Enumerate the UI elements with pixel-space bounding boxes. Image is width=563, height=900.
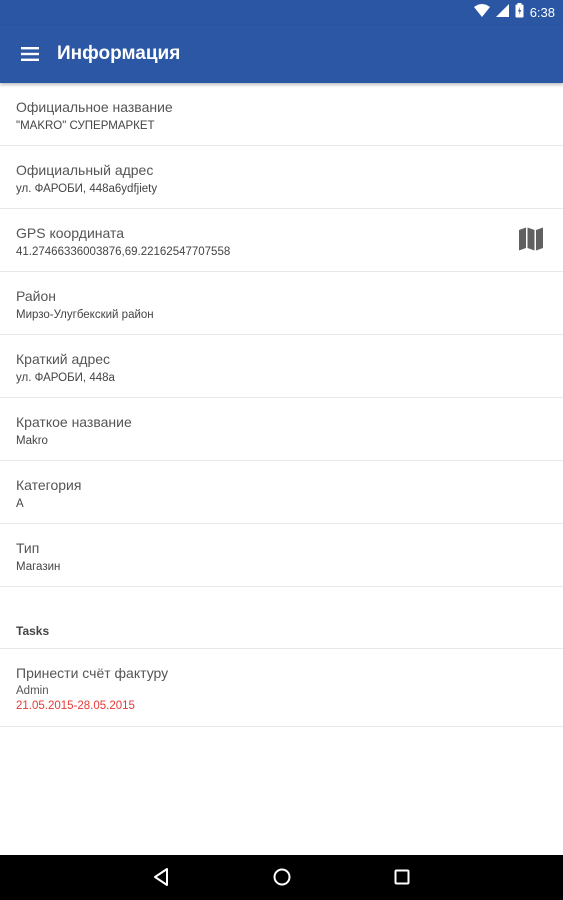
status-time: 6:38	[529, 5, 555, 20]
system-nav-bar	[0, 855, 563, 900]
task-dates: 21.05.2015-28.05.2015	[16, 700, 135, 712]
hamburger-menu-icon[interactable]	[12, 37, 48, 71]
task-item[interactable]: Принести счёт фактуру Admin 21.05.2015-2…	[0, 649, 563, 727]
row-value: "MAKRO" СУПЕРМАРКЕТ	[16, 120, 155, 132]
recents-icon[interactable]	[390, 865, 414, 889]
row-value: ул. ФАРОБИ, 448а	[16, 372, 115, 384]
status-icons: 6:38	[473, 2, 555, 23]
row-label: Официальный адрес	[16, 162, 154, 178]
row-label: Категория	[16, 477, 82, 493]
info-row-short-address[interactable]: Краткий адрес ул. ФАРОБИ, 448а	[0, 335, 563, 398]
info-row-category[interactable]: Категория A	[0, 461, 563, 524]
info-list[interactable]: Официальное название "MAKRO" СУПЕРМАРКЕТ…	[0, 83, 563, 855]
back-icon[interactable]	[149, 865, 173, 889]
battery-icon	[515, 2, 524, 23]
tasks-header-label: Tasks	[16, 624, 50, 638]
info-row-district[interactable]: Район Мирзо-Улугбекский район	[0, 272, 563, 335]
tasks-section-header: Tasks	[0, 587, 563, 649]
home-icon[interactable]	[270, 865, 294, 889]
app-bar: Информация	[0, 25, 563, 83]
row-value: Makro	[16, 435, 48, 447]
map-icon[interactable]	[517, 225, 545, 253]
row-value: Магазин	[16, 561, 61, 573]
info-row-gps[interactable]: GPS координата 41.27466336003876,69.2216…	[0, 209, 563, 272]
info-row-type[interactable]: Тип Магазин	[0, 524, 563, 587]
row-label: Официальное название	[16, 99, 173, 115]
row-label: Краткий адрес	[16, 351, 111, 367]
task-title: Принести счёт фактуру	[16, 665, 169, 681]
row-label: Краткое название	[16, 414, 132, 430]
status-bar: 6:38	[0, 0, 563, 25]
row-label: Тип	[16, 540, 40, 556]
row-value: Мирзо-Улугбекский район	[16, 309, 154, 321]
row-value: ул. ФАРОБИ, 448a6ydfjiety	[16, 183, 158, 195]
task-author: Admin	[16, 685, 49, 697]
row-value: 41.27466336003876,69.22162547707558	[16, 246, 231, 258]
wifi-icon	[473, 3, 490, 22]
row-value: A	[16, 498, 24, 510]
row-label: Район	[16, 288, 56, 304]
page-title: Информация	[57, 43, 181, 64]
info-row-official-name[interactable]: Официальное название "MAKRO" СУПЕРМАРКЕТ	[0, 83, 563, 146]
row-label: GPS координата	[16, 225, 125, 241]
info-row-short-name[interactable]: Краткое название Makro	[0, 398, 563, 461]
info-row-official-address[interactable]: Официальный адрес ул. ФАРОБИ, 448a6ydfji…	[0, 146, 563, 209]
signal-icon	[495, 3, 509, 22]
